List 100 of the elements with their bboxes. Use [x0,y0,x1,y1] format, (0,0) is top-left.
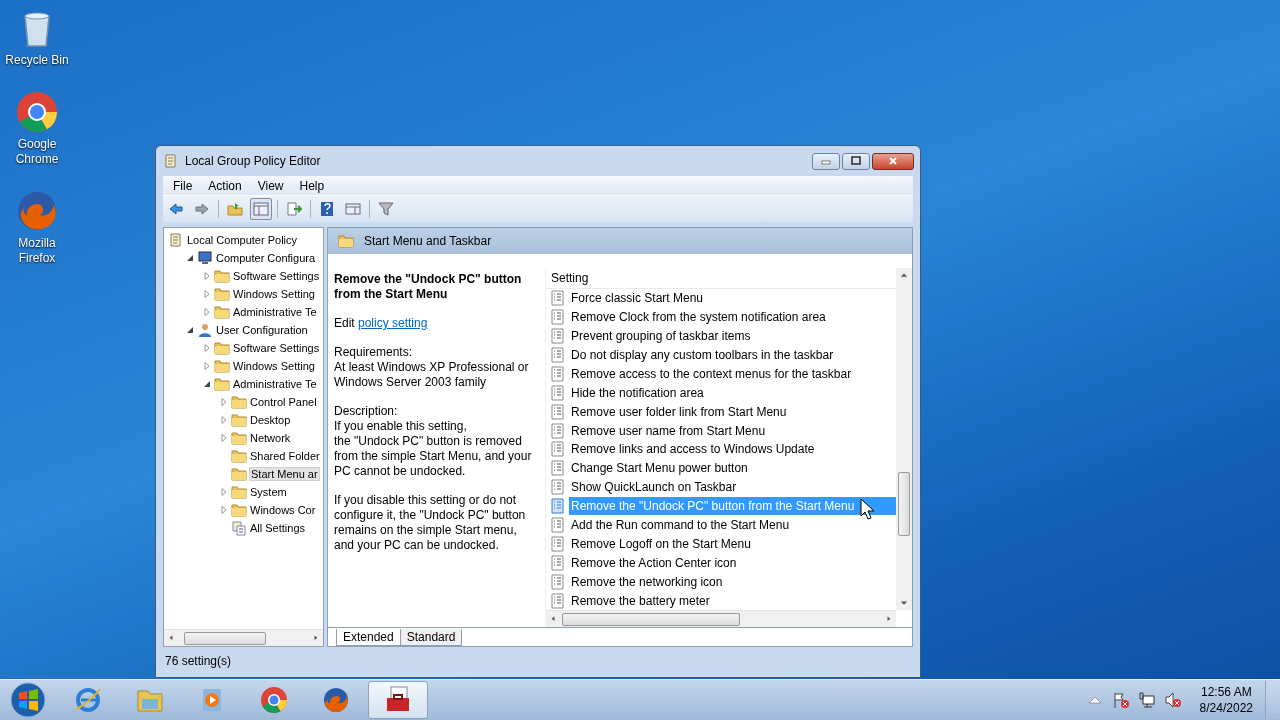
expanded-arrow-icon[interactable] [185,325,195,335]
status-text: 76 setting(s) [164,653,233,670]
setting-row[interactable]: Remove Clock from the system notification area [569,308,896,327]
tree-item[interactable]: System [249,485,288,499]
tree-item[interactable]: Windows Cor [249,503,317,517]
folder-icon [231,484,247,500]
collapsed-arrow-icon[interactable] [219,415,229,425]
setting-row[interactable]: Remove user name from Start Menu [569,421,896,440]
tree-item[interactable]: Desktop [249,413,292,427]
tree-item[interactable]: Software Settings [232,341,321,355]
down-arrow-icon[interactable] [900,599,908,607]
right-arrow-icon[interactable] [886,615,892,623]
column-header[interactable]: Setting [546,268,896,289]
collapsed-arrow-icon[interactable] [219,505,229,515]
horizontal-scrollbar[interactable] [546,610,896,627]
collapsed-arrow-icon[interactable] [202,289,212,299]
browser-logo-icon [15,90,59,134]
export-icon[interactable] [286,201,302,217]
desktop-shortcut[interactable]: Recycle Bin [4,6,70,68]
setting-row[interactable]: Remove Logoff on the Start Menu [569,534,896,553]
scrollbar-thumb[interactable] [562,613,740,626]
tree-item[interactable]: Network [249,431,292,445]
speaker-muted-icon[interactable] [1163,691,1182,709]
folder-icon [231,466,247,482]
taskbar-button[interactable] [368,681,428,719]
setting-row[interactable]: Prevent grouping of taskbar items [569,327,896,346]
collapsed-arrow-icon[interactable] [219,487,229,497]
filter-icon[interactable] [378,201,394,217]
setting-row[interactable]: Force classic Start Menu [569,289,896,308]
up-arrow-icon[interactable] [900,271,908,279]
scrollbar-thumb[interactable] [898,472,910,536]
menu-item[interactable]: Help [291,178,333,193]
help-icon[interactable] [319,201,335,217]
close-button[interactable] [872,152,914,170]
collapsed-arrow-icon[interactable] [202,343,212,353]
policy-setting-link[interactable]: policy setting [358,316,428,330]
left-arrow-icon[interactable] [550,615,556,623]
setting-row[interactable]: Remove links and access to Windows Update [569,440,896,459]
back-arrow-icon[interactable] [168,201,184,217]
collapsed-arrow-icon[interactable] [202,271,212,281]
tree-item[interactable]: Administrative Te [232,305,318,319]
clock[interactable]: 12:56 AM 8/24/2022 [1199,684,1253,716]
scrollbar-thumb[interactable] [184,632,266,645]
collapsed-arrow-icon[interactable] [219,433,229,443]
expanded-arrow-icon[interactable] [185,253,195,263]
tree-item[interactable]: Windows Setting [232,287,316,301]
setting-row[interactable]: Remove the networking icon [569,572,896,591]
forward-arrow-icon[interactable] [194,201,210,217]
tree-item[interactable]: Start Menu ar [249,467,320,481]
setting-row[interactable]: Remove the Action Center icon [569,553,896,572]
expanded-arrow-icon[interactable] [202,379,212,389]
vertical-scrollbar[interactable] [896,268,912,610]
app-icon [163,153,179,169]
tree-item[interactable]: User Configuration [215,323,309,337]
setting-row[interactable]: Change Start Menu power button [569,459,896,478]
view-tab[interactable]: Extended [336,629,401,646]
setting-icon [550,384,566,401]
pane-icon[interactable] [345,201,361,217]
menu-item[interactable]: File [165,178,201,193]
desktop-shortcut[interactable]: Google Chrome [4,90,70,167]
setting-row[interactable]: Remove access to the context menus for the taskbar [569,364,896,383]
collapsed-arrow-icon[interactable] [202,361,212,371]
setting-row[interactable]: Remove user folder link from Start Menu [569,402,896,421]
setting-icon [550,347,566,363]
setting-row[interactable]: Add the Run command to the Start Menu [569,516,896,534]
folder-icon [231,394,247,410]
tree-item[interactable]: Administrative Te [232,377,318,391]
document-icon [168,232,184,248]
menu-item[interactable]: Action [200,178,250,193]
desktop-shortcut[interactable]: Mozilla Firefox [4,189,70,266]
tree-item[interactable]: All Settings [249,521,307,535]
tree-item[interactable]: Shared Folder [249,449,321,463]
setting-icon [550,328,566,345]
tree-item[interactable]: Control Panel [249,395,318,409]
horizontal-scrollbar[interactable] [164,629,323,646]
firefox-logo-icon [15,189,59,233]
tree-item[interactable]: Windows Setting [232,359,316,373]
right-arrow-icon[interactable] [313,634,319,642]
collapsed-arrow-icon[interactable] [202,307,212,317]
show-desktop-button[interactable] [1265,681,1280,719]
setting-row[interactable]: Do not display any custom toolbars in the taskbar [569,346,896,364]
setting-row[interactable]: Show QuickLaunch on Taskbar [569,478,896,497]
menu-item[interactable]: View [249,178,292,193]
maximize-button[interactable] [842,152,870,170]
flag-error-icon[interactable] [1111,691,1130,709]
start-button[interactable] [8,681,48,719]
folder-up-icon[interactable] [227,201,243,217]
minimize-button[interactable] [812,152,840,170]
tree-item[interactable]: Local Computer Policy [186,233,299,247]
user-icon [197,322,213,338]
tree-item[interactable]: Software Settings [232,269,321,283]
collapsed-arrow-icon[interactable] [219,397,229,407]
view-tab[interactable]: Standard [399,629,463,646]
network-icon[interactable] [1137,691,1156,709]
requirements-text: Requirements: At least Windows XP Professional or Windows Server 2003 family [334,345,530,390]
setting-row[interactable]: Remove the battery meter [569,591,896,610]
setting-row[interactable]: Hide the notification area [569,383,896,402]
tree-item[interactable]: Computer Configura [215,251,317,265]
pane-icon[interactable] [253,201,269,217]
left-arrow-icon[interactable] [168,634,174,642]
